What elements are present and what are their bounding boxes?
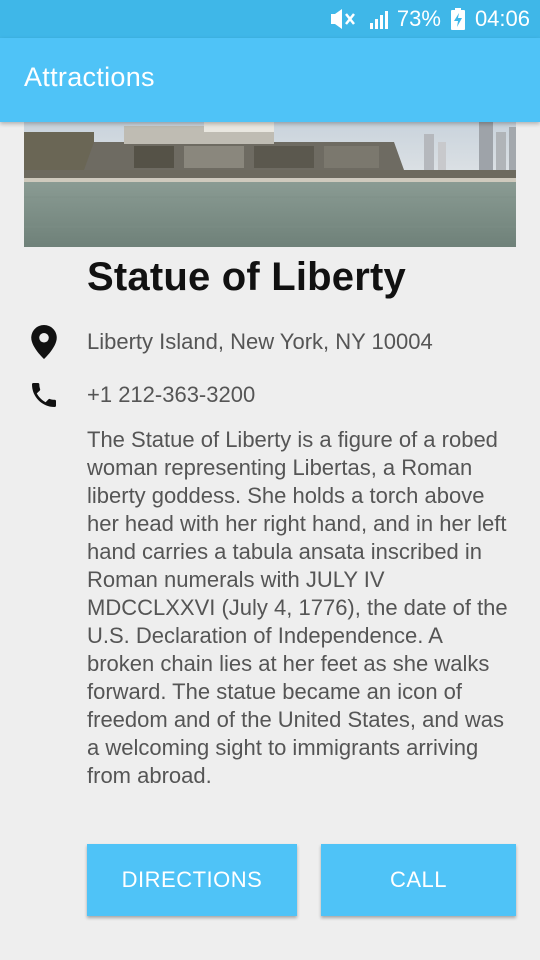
attraction-image [24, 122, 516, 247]
address-text[interactable]: Liberty Island, New York, NY 10004 [87, 329, 433, 355]
directions-button[interactable]: DIRECTIONS [87, 844, 297, 916]
status-bar: 73% 04:06 [0, 0, 540, 38]
phone-icon [24, 375, 64, 415]
phone-row: +1 212-363-3200 [24, 375, 516, 415]
app-bar-title: Attractions [24, 62, 155, 92]
signal-icon [369, 8, 393, 30]
attraction-title: Statue of Liberty [87, 255, 406, 299]
clock: 04:06 [474, 6, 530, 31]
attraction-description: The Statue of Liberty is a figure of a r… [87, 427, 508, 788]
call-button[interactable]: CALL [321, 844, 516, 916]
app-bar: Attractions [0, 38, 540, 122]
phone-text[interactable]: +1 212-363-3200 [87, 382, 255, 408]
battery-percent: 73% [396, 6, 441, 31]
location-pin-icon [24, 322, 64, 362]
battery-charging-icon [450, 8, 465, 30]
address-row: Liberty Island, New York, NY 10004 [24, 322, 516, 362]
mute-icon [329, 8, 359, 30]
